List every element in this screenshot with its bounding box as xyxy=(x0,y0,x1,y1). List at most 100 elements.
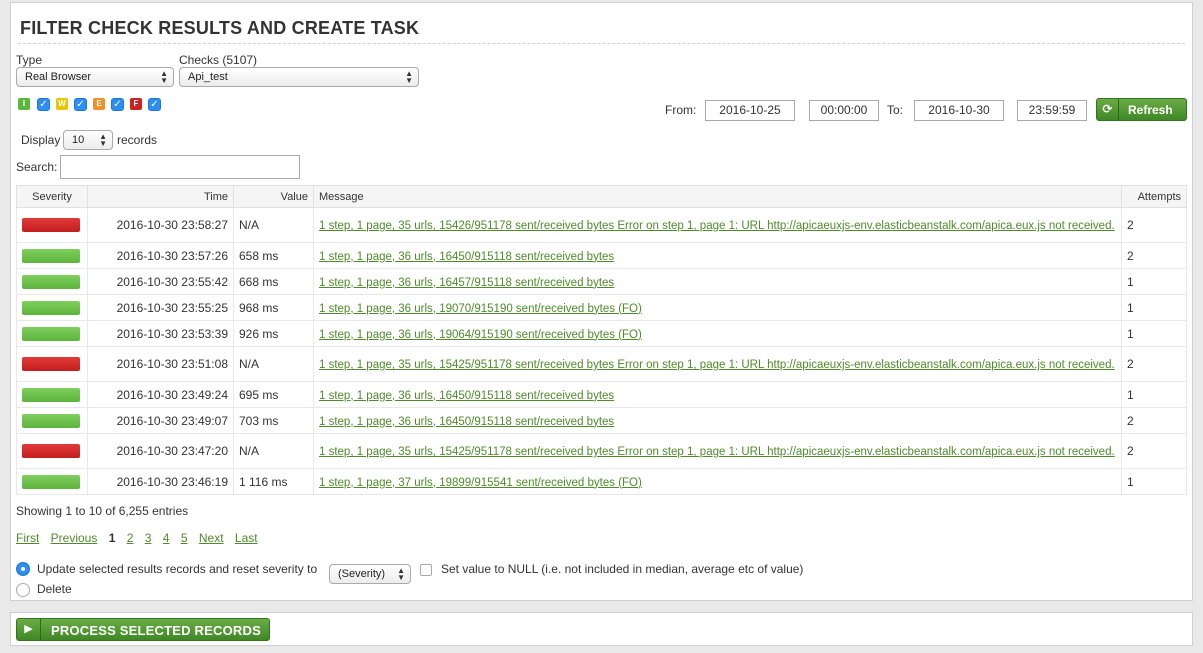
attempts-cell: 2 xyxy=(1121,346,1187,382)
table-row[interactable]: 2016-10-30 23:49:07 703 ms 1 step, 1 pag… xyxy=(16,407,1187,434)
value-cell: 703 ms xyxy=(233,407,314,434)
table-row[interactable]: 2016-10-30 23:55:42 668 ms 1 step, 1 pag… xyxy=(16,268,1187,295)
message-link[interactable]: 1 step, 1 page, 36 urls, 16450/915118 se… xyxy=(319,251,614,263)
severity-bar-red xyxy=(22,218,80,232)
from-label: From: xyxy=(665,103,697,117)
attempts-cell: 1 xyxy=(1121,381,1187,408)
table-row[interactable]: 2016-10-30 23:55:25 968 ms 1 step, 1 pag… xyxy=(16,294,1187,321)
message-link[interactable]: 1 step, 1 page, 35 urls, 15425/951178 se… xyxy=(319,446,1115,458)
table-row[interactable]: 2016-10-30 23:53:39 926 ms 1 step, 1 pag… xyxy=(16,320,1187,347)
severity-bar-red xyxy=(22,444,80,458)
severity-cell xyxy=(16,268,88,295)
filter-panel: FILTER CHECK RESULTS AND CREATE TASK Typ… xyxy=(10,2,1193,601)
pager-page-5[interactable]: 5 xyxy=(181,531,188,545)
severity-cell xyxy=(16,381,88,408)
column-time[interactable]: Time xyxy=(87,185,234,208)
refresh-label: Refresh xyxy=(1128,103,1173,117)
display-select[interactable]: 10 ▲ ▼ xyxy=(63,130,113,150)
pager-page-current: 1 xyxy=(108,531,116,545)
table-row[interactable]: 2016-10-30 23:47:20 N/A 1 step, 1 page, … xyxy=(16,433,1187,469)
message-link[interactable]: 1 step, 1 page, 35 urls, 15426/951178 se… xyxy=(319,220,1115,232)
column-message[interactable]: Message xyxy=(313,185,1122,208)
table-row[interactable]: 2016-10-30 23:58:27 N/A 1 step, 1 page, … xyxy=(16,207,1187,243)
column-value[interactable]: Value xyxy=(233,185,314,208)
severity-bar-green xyxy=(22,326,80,341)
pager-page-4[interactable]: 4 xyxy=(163,531,170,545)
refresh-button[interactable]: ⟳ Refresh xyxy=(1096,98,1187,121)
severity-bar-green xyxy=(22,387,80,402)
severity-cell xyxy=(16,346,88,382)
message-link[interactable]: 1 step, 1 page, 36 urls, 19064/915190 se… xyxy=(319,329,642,341)
severity-cell xyxy=(16,468,88,495)
to-date-input[interactable]: 2016-10-30 xyxy=(914,100,1004,121)
time-cell: 2016-10-30 23:49:07 xyxy=(87,407,234,434)
severity-reset-select[interactable]: (Severity) ▲ ▼ xyxy=(329,564,411,584)
select-arrows-icon: ▲ ▼ xyxy=(405,69,413,85)
records-label: records xyxy=(117,133,158,147)
search-label: Search: xyxy=(16,160,58,174)
message-cell: 1 step, 1 page, 37 urls, 19899/915541 se… xyxy=(313,468,1122,495)
from-date-input[interactable]: 2016-10-25 xyxy=(705,100,795,121)
checks-select[interactable]: Api_test ▲ ▼ xyxy=(179,67,419,87)
search-input[interactable] xyxy=(60,155,300,179)
column-severity[interactable]: Severity xyxy=(16,185,88,208)
pager-next[interactable]: Next xyxy=(199,531,224,545)
table-row[interactable]: 2016-10-30 23:51:08 N/A 1 step, 1 page, … xyxy=(16,346,1187,382)
message-cell: 1 step, 1 page, 36 urls, 16450/915118 se… xyxy=(313,242,1122,269)
pager-first[interactable]: First xyxy=(16,531,39,545)
table-row[interactable]: 2016-10-30 23:49:24 695 ms 1 step, 1 pag… xyxy=(16,381,1187,408)
select-arrows-icon: ▲ ▼ xyxy=(99,132,107,148)
checks-select-value: Api_test xyxy=(188,71,228,83)
message-cell: 1 step, 1 page, 35 urls, 15426/951178 se… xyxy=(313,207,1122,243)
type-select[interactable]: Real Browser ▲ ▼ xyxy=(16,67,174,87)
delete-label: Delete xyxy=(37,582,72,596)
severity-cell xyxy=(16,407,88,434)
severity-warning-checkbox[interactable]: ✓ xyxy=(74,98,87,111)
severity-fatal-checkbox[interactable]: ✓ xyxy=(148,98,161,111)
pager-page-3[interactable]: 3 xyxy=(145,531,152,545)
display-label: Display xyxy=(21,133,61,147)
message-link[interactable]: 1 step, 1 page, 35 urls, 15425/951178 se… xyxy=(319,359,1115,371)
delete-radio[interactable] xyxy=(16,583,30,597)
value-cell: 658 ms xyxy=(233,242,314,269)
severity-reset-value: (Severity) xyxy=(338,568,386,580)
message-link[interactable]: 1 step, 1 page, 36 urls, 16450/915118 se… xyxy=(319,390,614,402)
update-radio[interactable] xyxy=(16,562,30,576)
table-row[interactable]: 2016-10-30 23:46:19 1 116 ms 1 step, 1 p… xyxy=(16,468,1187,495)
severity-error-checkbox[interactable]: ✓ xyxy=(111,98,124,111)
message-link[interactable]: 1 step, 1 page, 36 urls, 16457/915118 se… xyxy=(319,277,614,289)
pager-page-2[interactable]: 2 xyxy=(127,531,134,545)
severity-bar-green xyxy=(22,248,80,263)
type-select-value: Real Browser xyxy=(25,71,92,83)
pager-previous[interactable]: Previous xyxy=(51,531,98,545)
update-label: Update selected results records and rese… xyxy=(37,562,318,576)
message-link[interactable]: 1 step, 1 page, 36 urls, 16450/915118 se… xyxy=(319,416,614,428)
severity-info-checkbox[interactable]: ✓ xyxy=(37,98,50,111)
attempts-cell: 1 xyxy=(1121,468,1187,495)
type-label: Type xyxy=(16,53,43,67)
column-attempts[interactable]: Attempts xyxy=(1121,185,1187,208)
pagination: First Previous 1 2 3 4 5 Next Last xyxy=(16,531,266,545)
message-link[interactable]: 1 step, 1 page, 36 urls, 19070/915190 se… xyxy=(319,303,642,315)
severity-bar-green xyxy=(22,474,80,489)
title-divider xyxy=(18,43,1185,44)
attempts-cell: 1 xyxy=(1121,294,1187,321)
table-row[interactable]: 2016-10-30 23:57:26 658 ms 1 step, 1 pag… xyxy=(16,242,1187,269)
refresh-icon: ⟳ xyxy=(1097,99,1119,120)
from-time-input[interactable]: 00:00:00 xyxy=(809,100,879,121)
time-cell: 2016-10-30 23:53:39 xyxy=(87,320,234,347)
value-cell: N/A xyxy=(233,346,314,382)
attempts-cell: 1 xyxy=(1121,320,1187,347)
severity-bar-red xyxy=(22,357,80,371)
severity-cell xyxy=(16,294,88,321)
time-cell: 2016-10-30 23:57:26 xyxy=(87,242,234,269)
value-cell: N/A xyxy=(233,207,314,243)
value-cell: N/A xyxy=(233,433,314,469)
play-icon: ▶ xyxy=(17,619,41,640)
to-time-input[interactable]: 23:59:59 xyxy=(1017,100,1087,121)
set-null-checkbox[interactable] xyxy=(420,564,432,576)
pager-last[interactable]: Last xyxy=(235,531,258,545)
severity-cell xyxy=(16,242,88,269)
message-link[interactable]: 1 step, 1 page, 37 urls, 19899/915541 se… xyxy=(319,477,642,489)
process-selected-button[interactable]: ▶ PROCESS SELECTED RECORDS xyxy=(16,618,270,641)
